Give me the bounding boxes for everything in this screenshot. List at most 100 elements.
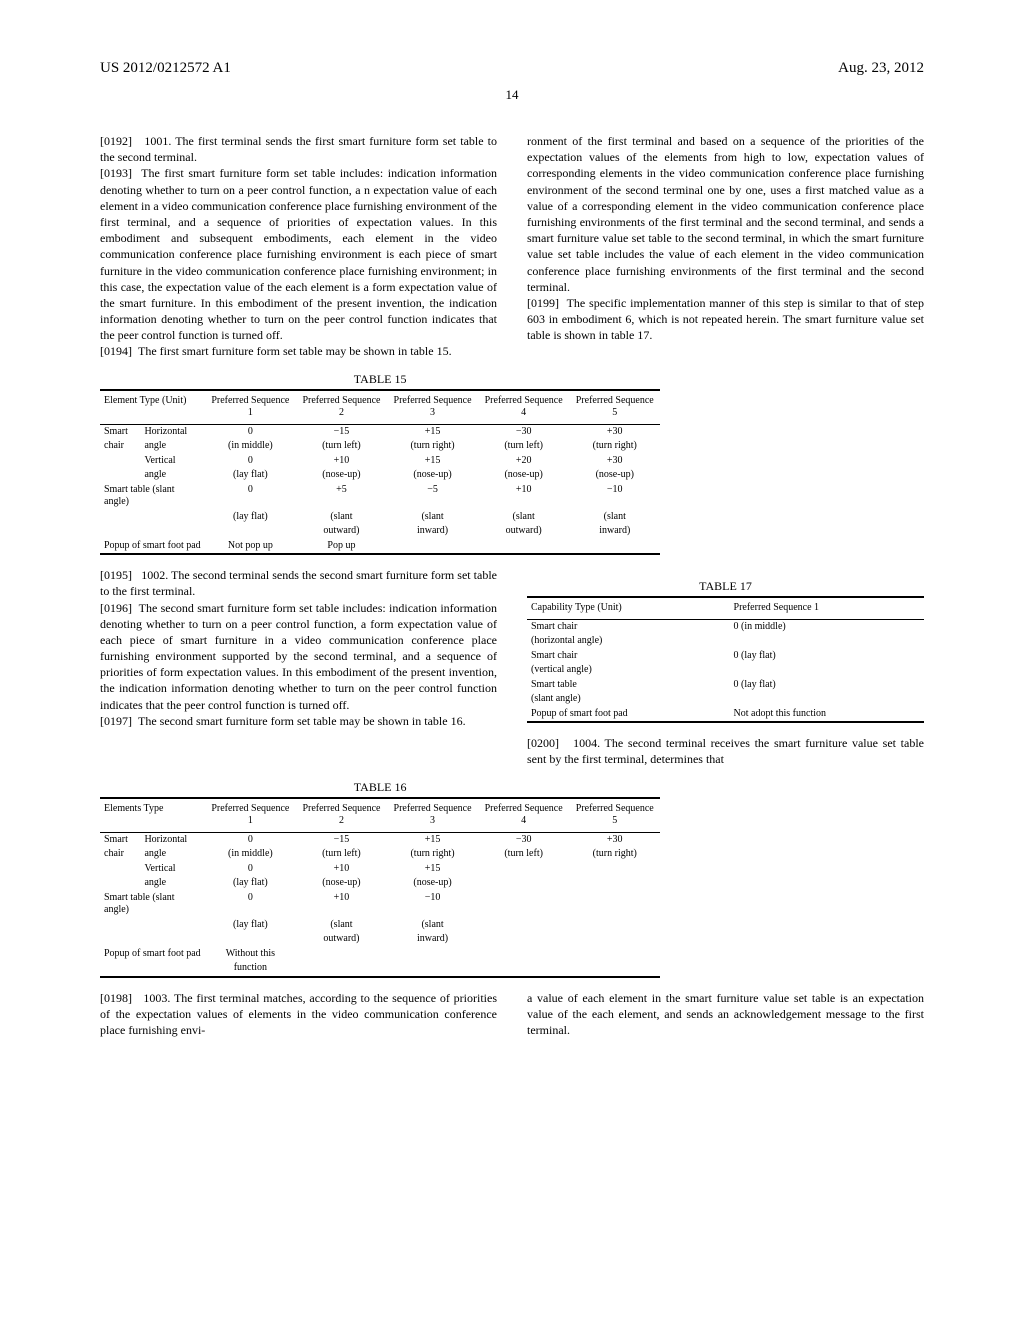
td bbox=[478, 539, 569, 555]
table-row: Smart chair0 (lay flat) bbox=[527, 649, 924, 664]
publication-number: US 2012/0212572 A1 bbox=[100, 60, 231, 77]
td: chair bbox=[100, 847, 140, 862]
para-0197: [0197] The second smart furniture form s… bbox=[100, 713, 497, 729]
td: Smart chair bbox=[527, 619, 730, 634]
right-column-mid: TABLE 17 Capability Type (Unit) Preferre… bbox=[527, 567, 924, 767]
td: (turn left) bbox=[478, 439, 569, 454]
th: Preferred Sequence 2 bbox=[296, 798, 387, 833]
table-row: Vertical 0 +10 +15 +20 +30 bbox=[100, 454, 660, 469]
td: (lay flat) bbox=[205, 510, 296, 525]
td bbox=[387, 947, 478, 962]
td: (nose-up) bbox=[296, 468, 387, 483]
td: 0 (lay flat) bbox=[730, 649, 924, 664]
right-column: ronment of the first terminal and based … bbox=[527, 133, 924, 360]
table-row: Popup of smart foot padNot adopt this fu… bbox=[527, 707, 924, 723]
td: Smart table (slant angle) bbox=[100, 891, 205, 918]
td: −5 bbox=[387, 483, 478, 510]
table-17-block: TABLE 17 Capability Type (Unit) Preferre… bbox=[527, 579, 924, 723]
table-16-block: TABLE 16 Elements Type Preferred Sequenc… bbox=[100, 780, 660, 978]
table-row: Smart table (slant angle) 0 +5 −5 +10 −1… bbox=[100, 483, 660, 510]
td bbox=[296, 947, 387, 962]
td bbox=[205, 524, 296, 539]
td: +15 bbox=[387, 454, 478, 469]
table-row: outward) inward) outward) inward) bbox=[100, 524, 660, 539]
td bbox=[100, 468, 140, 483]
td bbox=[100, 454, 140, 469]
right-column-bottom: a value of each element in the smart fur… bbox=[527, 990, 924, 1039]
td: (nose-up) bbox=[387, 876, 478, 891]
td: −30 bbox=[478, 832, 569, 847]
td: −15 bbox=[296, 832, 387, 847]
td bbox=[569, 918, 660, 933]
td: Horizontal bbox=[140, 424, 204, 439]
mid-columns: [0195] 1002. The second terminal sends t… bbox=[100, 567, 924, 767]
para-0192: [0192] 1001. The first terminal sends th… bbox=[100, 133, 497, 165]
td bbox=[478, 862, 569, 877]
td bbox=[296, 961, 387, 977]
table-row: Smart Horizontal 0 −15 +15 −30 +30 bbox=[100, 424, 660, 439]
td bbox=[205, 932, 296, 947]
td bbox=[478, 876, 569, 891]
para-0195: [0195] 1002. The second terminal sends t… bbox=[100, 567, 497, 599]
td bbox=[730, 634, 924, 649]
td: +30 bbox=[569, 424, 660, 439]
table-row: (horizontal angle) bbox=[527, 634, 924, 649]
td: Vertical bbox=[140, 454, 204, 469]
td: angle bbox=[140, 847, 204, 862]
td: Not adopt this function bbox=[730, 707, 924, 723]
table-16-caption: TABLE 16 bbox=[100, 780, 660, 795]
td: inward) bbox=[569, 524, 660, 539]
td: (in middle) bbox=[205, 847, 296, 862]
table-17: Capability Type (Unit) Preferred Sequenc… bbox=[527, 596, 924, 723]
td bbox=[569, 862, 660, 877]
td bbox=[387, 961, 478, 977]
td: (horizontal angle) bbox=[527, 634, 730, 649]
table-row: Popup of smart foot pad Not pop up Pop u… bbox=[100, 539, 660, 555]
td: (turn left) bbox=[478, 847, 569, 862]
table-15-caption: TABLE 15 bbox=[100, 372, 660, 387]
td: inward) bbox=[387, 524, 478, 539]
td bbox=[100, 524, 205, 539]
td bbox=[100, 876, 140, 891]
td: (nose-up) bbox=[387, 468, 478, 483]
para-0194: [0194] The first smart furniture form se… bbox=[100, 343, 497, 359]
td bbox=[478, 932, 569, 947]
td bbox=[100, 918, 205, 933]
td: (lay flat) bbox=[205, 918, 296, 933]
td: +15 bbox=[387, 862, 478, 877]
td bbox=[569, 876, 660, 891]
td: (turn left) bbox=[296, 847, 387, 862]
td bbox=[569, 947, 660, 962]
td: inward) bbox=[387, 932, 478, 947]
para-0196: [0196] The second smart furniture form s… bbox=[100, 600, 497, 713]
td: 0 (lay flat) bbox=[730, 678, 924, 693]
table-15: Element Type (Unit) Preferred Sequence 1… bbox=[100, 389, 660, 556]
td bbox=[100, 961, 205, 977]
td: Smart bbox=[100, 424, 140, 439]
para-0200: [0200] 1004. The second terminal receive… bbox=[527, 735, 924, 767]
td: (turn right) bbox=[387, 847, 478, 862]
td: (slant bbox=[296, 918, 387, 933]
td: 0 bbox=[205, 483, 296, 510]
td: Smart bbox=[100, 832, 140, 847]
td: −15 bbox=[296, 424, 387, 439]
para-cont-bottom: a value of each element in the smart fur… bbox=[527, 990, 924, 1039]
td: Popup of smart foot pad bbox=[100, 947, 205, 962]
td bbox=[387, 539, 478, 555]
td: −10 bbox=[569, 483, 660, 510]
td: angle bbox=[140, 468, 204, 483]
td: function bbox=[205, 961, 296, 977]
td: −10 bbox=[387, 891, 478, 918]
td: +10 bbox=[296, 891, 387, 918]
td: (in middle) bbox=[205, 439, 296, 454]
td: (slant angle) bbox=[527, 692, 730, 707]
para-0198: [0198] 1003. The first terminal matches,… bbox=[100, 990, 497, 1039]
th: Preferred Sequence 3 bbox=[387, 798, 478, 833]
th: Preferred Sequence 4 bbox=[478, 798, 569, 833]
td: 0 bbox=[205, 454, 296, 469]
td: (slant bbox=[569, 510, 660, 525]
td: +10 bbox=[478, 483, 569, 510]
left-column-bottom: [0198] 1003. The first terminal matches,… bbox=[100, 990, 497, 1039]
table-row: Smart table0 (lay flat) bbox=[527, 678, 924, 693]
table-16-header-row: Elements Type Preferred Sequence 1 Prefe… bbox=[100, 798, 660, 833]
